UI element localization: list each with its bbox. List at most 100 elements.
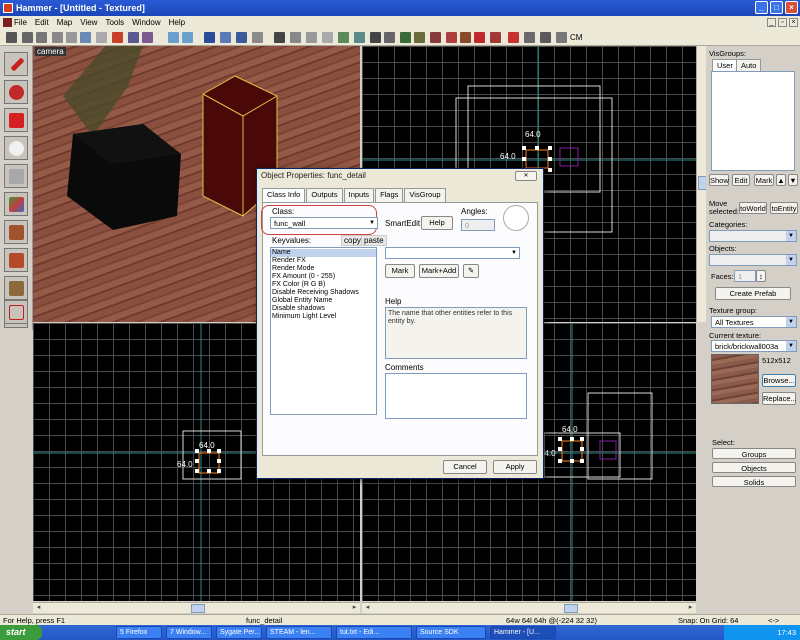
help-button[interactable]: Help: [421, 216, 453, 230]
visgroups-list[interactable]: [711, 71, 795, 171]
create-prefab-button[interactable]: Create Prefab: [715, 287, 791, 300]
carve-icon[interactable]: [112, 32, 123, 43]
list-item[interactable]: FX Amount (0 - 255): [271, 273, 376, 281]
decal-icon[interactable]: [274, 32, 285, 43]
objects-select[interactable]: ▼: [709, 254, 797, 266]
cancel-button[interactable]: Cancel: [443, 460, 487, 474]
align-right-icon[interactable]: [414, 32, 425, 43]
class-select[interactable]: func_wall ▼: [270, 217, 378, 229]
menu-file[interactable]: File: [14, 18, 27, 27]
window-titlebar[interactable]: Hammer - [Untitled - Textured] _ □ ×: [0, 0, 800, 16]
list-item[interactable]: Render FX: [271, 257, 376, 265]
paste-icon[interactable]: [322, 32, 333, 43]
scroll-left-icon[interactable]: ◂: [363, 604, 372, 613]
taskbar-item-hammer[interactable]: Hammer - [U...: [490, 626, 556, 639]
tab-class-info[interactable]: Class Info: [262, 188, 306, 203]
texture-lock-icon[interactable]: [370, 32, 381, 43]
list-item[interactable]: Name: [271, 249, 376, 257]
scroll-right-icon[interactable]: ▸: [350, 604, 359, 613]
overlay-tool-button[interactable]: [4, 300, 28, 324]
vertex-icon[interactable]: [338, 32, 349, 43]
menu-map[interactable]: Map: [57, 18, 73, 27]
ignore-groups-icon[interactable]: [96, 32, 107, 43]
grid-toggle-icon[interactable]: [52, 32, 63, 43]
hide-items-icon[interactable]: [252, 32, 263, 43]
show-button[interactable]: Show: [709, 174, 729, 186]
angles-field[interactable]: 0: [461, 219, 495, 231]
selection-tool-button[interactable]: [4, 52, 28, 76]
texture-apply-icon[interactable]: [446, 32, 457, 43]
texture-group-select[interactable]: All Textures ▼: [711, 316, 797, 328]
flip-icon[interactable]: [430, 32, 441, 43]
entity-tool-button[interactable]: [4, 136, 28, 160]
move-down-icon[interactable]: ▼: [788, 174, 798, 186]
menu-tools[interactable]: Tools: [105, 18, 124, 27]
tab-visgroup[interactable]: VisGroup: [404, 188, 446, 202]
to-world-button[interactable]: toWorld: [739, 202, 767, 214]
front-viewport-hscroll[interactable]: ◂ ▸: [33, 602, 360, 613]
block-tool-button[interactable]: [4, 164, 28, 188]
faces-field[interactable]: 1: [734, 270, 756, 282]
group-icon[interactable]: [142, 32, 153, 43]
taskbar-item-source-sdk[interactable]: Source SDK: [416, 626, 486, 639]
cm-label[interactable]: CM: [570, 33, 582, 42]
mark-add-button[interactable]: Mark+Add: [419, 264, 459, 278]
undo-icon[interactable]: [168, 32, 179, 43]
red-tool-icon[interactable]: [508, 32, 519, 43]
categories-select[interactable]: ▼: [709, 230, 797, 242]
camera-tool-button[interactable]: [4, 108, 28, 132]
tab-inputs[interactable]: Inputs: [343, 188, 375, 202]
menu-view[interactable]: View: [80, 18, 97, 27]
hscroll-thumb[interactable]: [564, 604, 578, 613]
edit-button[interactable]: Edit: [732, 174, 750, 186]
3d-grid-icon[interactable]: [66, 32, 77, 43]
list-item[interactable]: Disable Receiving Shadows: [271, 289, 376, 297]
grid-smaller-icon[interactable]: [22, 32, 33, 43]
eyedropper-icon[interactable]: ✎: [463, 264, 479, 278]
magnify-tool-button[interactable]: [4, 80, 28, 104]
close-button[interactable]: ×: [785, 1, 798, 14]
taskbar-item-steam[interactable]: STEAM - len...: [266, 626, 332, 639]
hscroll-thumb[interactable]: [191, 604, 205, 613]
snap-icon[interactable]: [80, 32, 91, 43]
comments-field[interactable]: [385, 373, 527, 419]
smartedit-label[interactable]: SmartEdit: [385, 219, 420, 228]
dsp-icon[interactable]: [474, 32, 485, 43]
to-entity-button[interactable]: toEntity: [770, 202, 798, 214]
mdi-restore-button[interactable]: ▫: [778, 18, 787, 27]
texture-app-button[interactable]: [4, 192, 28, 216]
list-item[interactable]: Minimum Light Level: [271, 313, 376, 321]
run-map-icon[interactable]: [204, 32, 215, 43]
move-up-icon[interactable]: ▲: [776, 174, 786, 186]
select-solids-button[interactable]: Solids: [712, 476, 796, 487]
tab-flags[interactable]: Flags: [375, 188, 404, 202]
cordon-icon[interactable]: [556, 32, 567, 43]
replace-button[interactable]: Replace...: [762, 392, 797, 405]
list-item[interactable]: Global Entity Name: [271, 297, 376, 305]
clip-tool-button[interactable]: [4, 276, 28, 300]
taskbar-item-notepad[interactable]: tut.txt - Edi...: [336, 626, 412, 639]
dialog-title[interactable]: Object Properties: func_detail: [257, 169, 543, 183]
camera-icon[interactable]: [524, 32, 535, 43]
align-left-icon[interactable]: [400, 32, 411, 43]
minimize-button[interactable]: _: [755, 1, 768, 14]
maximize-button[interactable]: □: [770, 1, 783, 14]
list-item[interactable]: Render Mode: [271, 265, 376, 273]
list-item[interactable]: Disable shadows: [271, 305, 376, 313]
menu-window[interactable]: Window: [132, 18, 160, 27]
wireframe-icon[interactable]: [220, 32, 231, 43]
mark-button[interactable]: Mark: [385, 264, 415, 278]
mdi-close-button[interactable]: ×: [789, 18, 798, 27]
keyvalues-list[interactable]: Name Render FX Render Mode FX Amount (0 …: [270, 247, 377, 415]
mark-button[interactable]: Mark: [754, 174, 774, 186]
angle-dial-icon[interactable]: [503, 205, 529, 231]
scroll-left-icon[interactable]: ◂: [34, 604, 43, 613]
apply-texture-button[interactable]: [4, 220, 28, 244]
grid-larger-icon[interactable]: [36, 32, 47, 43]
select-groups-button[interactable]: Groups: [712, 448, 796, 459]
menu-help[interactable]: Help: [169, 18, 185, 27]
current-texture-select[interactable]: brick/brickwall003a ▼: [711, 340, 797, 352]
paste-button[interactable]: paste: [361, 235, 387, 246]
value-select[interactable]: ▼: [385, 247, 520, 259]
tab-outputs[interactable]: Outputs: [306, 188, 343, 202]
